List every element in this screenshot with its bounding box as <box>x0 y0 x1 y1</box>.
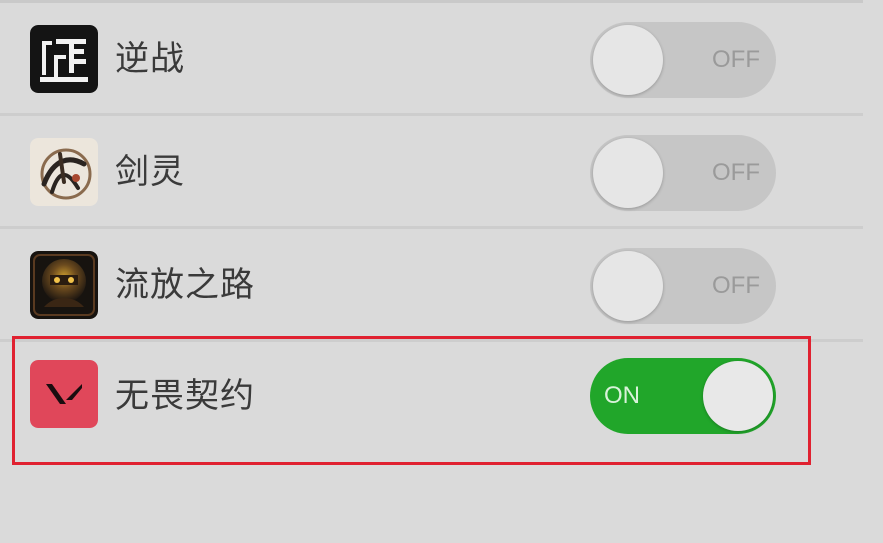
app-toggle-switch[interactable]: OFF <box>590 248 776 324</box>
toggle-state-label: OFF <box>712 46 760 73</box>
app-permission-list: 逆战 OFF 剑灵 OFF 流放之路 OFF 无畏契约 ON <box>0 0 883 543</box>
toggle-state-label: OFF <box>712 272 760 299</box>
highlight-box <box>12 336 811 465</box>
nizhan-app-icon <box>30 25 98 93</box>
list-item: 流放之路 OFF <box>0 229 863 342</box>
app-name: 剑灵 <box>115 152 185 192</box>
list-item: 剑灵 OFF <box>0 116 863 229</box>
jianling-app-icon <box>30 138 98 206</box>
toggle-knob <box>593 138 663 208</box>
path-of-exile-app-icon <box>30 251 98 319</box>
toggle-knob <box>593 25 663 95</box>
app-toggle-switch[interactable]: OFF <box>590 22 776 98</box>
app-name: 逆战 <box>115 39 185 79</box>
list-item: 逆战 OFF <box>0 3 863 116</box>
toggle-state-label: OFF <box>712 159 760 186</box>
app-name: 流放之路 <box>115 265 255 305</box>
app-toggle-switch[interactable]: OFF <box>590 135 776 211</box>
toggle-knob <box>593 251 663 321</box>
